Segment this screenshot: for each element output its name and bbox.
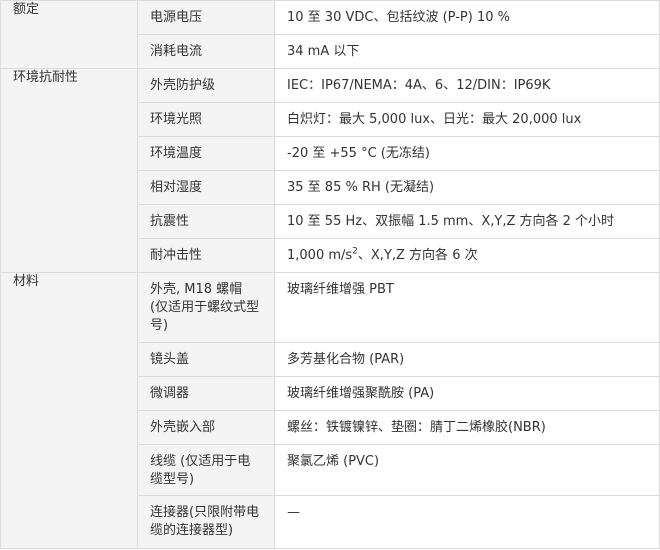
spec-name: 环境光照 — [137, 102, 275, 137]
spec-value: 白炽灯：最大 5,000 lux、日光：最大 20,000 lux — [274, 102, 660, 137]
category-label: 环境抗耐性 — [0, 68, 138, 273]
value-text: 1,000 m/s — [287, 247, 353, 263]
spec-value: — — [274, 495, 660, 549]
spec-name: 外壳, M18 螺帽 (仅适用于螺纹式型号) — [137, 272, 275, 343]
spec-name: 环境温度 — [137, 136, 275, 171]
table-row: 额定 电源电压 10 至 30 VDC、包括纹波 (P-P) 10 % — [0, 0, 660, 69]
spec-name: 电源电压 — [137, 0, 275, 35]
spec-table: 额定 电源电压 10 至 30 VDC、包括纹波 (P-P) 10 % 消耗电流… — [0, 0, 660, 549]
spec-value: IEC：IP67/NEMA：4A、6、12/DIN：IP69K — [274, 68, 660, 103]
spec-name: 消耗电流 — [137, 34, 275, 69]
table-row: 材料 外壳, M18 螺帽 (仅适用于螺纹式型号) 玻璃纤维增强 PBT — [0, 272, 660, 549]
spec-value: 玻璃纤维增强 PBT — [274, 272, 660, 343]
spec-name: 微调器 — [137, 376, 275, 411]
spec-name: 抗震性 — [137, 204, 275, 239]
spec-value: 10 至 30 VDC、包括纹波 (P-P) 10 % — [274, 0, 660, 35]
spec-value: 1,000 m/s2、X,Y,Z 方向各 6 次 — [274, 238, 660, 273]
spec-value: 玻璃纤维增强聚酰胺 (PA) — [274, 376, 660, 411]
spec-name: 外壳嵌入部 — [137, 410, 275, 445]
spec-value: 35 至 85 % RH (无凝结) — [274, 170, 660, 205]
spec-name: 外壳防护级 — [137, 68, 275, 103]
spec-value: 螺丝：铁镀镍锌、垫圈：腈丁二烯橡胶(NBR) — [274, 410, 660, 445]
spec-name: 连接器(只限附带电缆的连接器型) — [137, 495, 275, 549]
table-row: 环境抗耐性 外壳防护级 IEC：IP67/NEMA：4A、6、12/DIN：IP… — [0, 68, 660, 273]
spec-value: -20 至 +55 °C (无冻结) — [274, 136, 660, 171]
spec-value: 聚氯乙烯 (PVC) — [274, 444, 660, 496]
spec-name: 耐冲击性 — [137, 238, 275, 273]
category-label: 材料 — [0, 272, 138, 549]
spec-value: 34 mA 以下 — [274, 34, 660, 69]
spec-value: 多芳基化合物 (PAR) — [274, 342, 660, 377]
spec-name: 镜头盖 — [137, 342, 275, 377]
spec-name: 相对湿度 — [137, 170, 275, 205]
spec-name: 线缆 (仅适用于电缆型号) — [137, 444, 275, 496]
value-text: 、X,Y,Z 方向各 6 次 — [357, 247, 478, 263]
spec-value: 10 至 55 Hz、双振幅 1.5 mm、X,Y,Z 方向各 2 个小时 — [274, 204, 660, 239]
category-label: 额定 — [0, 0, 138, 69]
